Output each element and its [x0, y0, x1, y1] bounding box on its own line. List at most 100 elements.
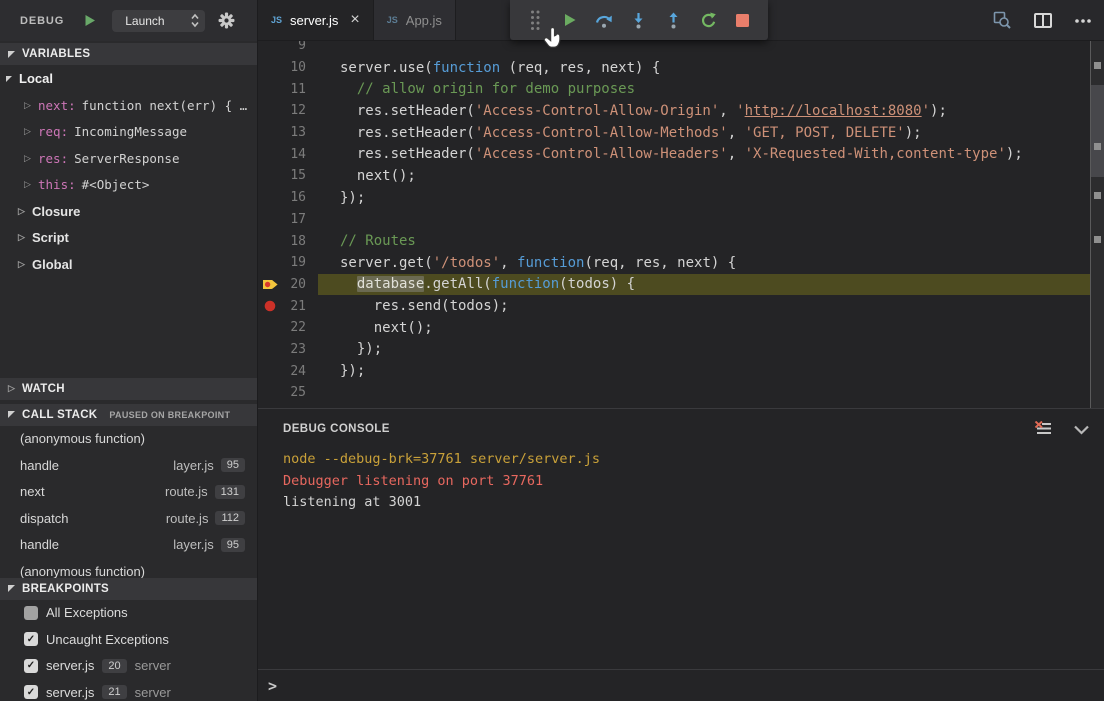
- breakpoint-row[interactable]: All Exceptions: [0, 600, 257, 627]
- breakpoint-checkbox[interactable]: ✓: [24, 685, 38, 699]
- code-text: next();: [318, 165, 1090, 187]
- split-editor-icon[interactable]: [1034, 13, 1052, 28]
- code-line-11[interactable]: 11 // allow origin for demo purposes: [258, 78, 1090, 100]
- scope-row-global[interactable]: ▷Global: [0, 251, 257, 278]
- line-number: 10: [282, 60, 306, 75]
- line-number: 25: [282, 385, 306, 400]
- token: });: [340, 341, 382, 357]
- tab-label: server.js: [290, 13, 338, 28]
- token: 'Access-Control-Allow-Methods': [475, 125, 728, 141]
- more-actions-icon[interactable]: [1074, 18, 1092, 24]
- frame-location: layer.js95: [173, 537, 245, 552]
- code-line-19[interactable]: 19server.get('/todos', function(req, res…: [258, 252, 1090, 274]
- token: res.setHeader(: [340, 146, 475, 162]
- variable-row[interactable]: ▷next:function next(err) { …: [0, 92, 257, 119]
- line-number: 12: [282, 103, 306, 118]
- step-into-button[interactable]: [626, 5, 652, 35]
- breakpoints-header-label: BREAKPOINTS: [22, 583, 109, 595]
- breakpoint-label: server.js: [46, 658, 94, 673]
- stack-frame[interactable]: nextroute.js131: [0, 479, 257, 506]
- collapse-panel-icon[interactable]: [1073, 424, 1090, 435]
- code-line-15[interactable]: 15 next();: [258, 165, 1090, 187]
- breakpoint-checkbox[interactable]: ✓: [24, 632, 38, 646]
- breakpoint-row[interactable]: ✓server.js21server: [0, 679, 257, 701]
- line-number: 20: [282, 277, 306, 292]
- code-line-18[interactable]: 18// Routes: [258, 230, 1090, 252]
- code-line-12[interactable]: 12 res.setHeader('Access-Control-Allow-O…: [258, 100, 1090, 122]
- token: );: [905, 125, 922, 141]
- tab-server.js[interactable]: JSserver.js×: [258, 0, 374, 40]
- code-editor[interactable]: 910server.use(function (req, res, next) …: [258, 41, 1104, 408]
- code-line-13[interactable]: 13 res.setHeader('Access-Control-Allow-M…: [258, 122, 1090, 144]
- gear-icon[interactable]: [218, 12, 235, 29]
- code-line-22[interactable]: 22 next();: [258, 317, 1090, 339]
- code-line-16[interactable]: 16});: [258, 187, 1090, 209]
- variables-section-header[interactable]: VARIABLES: [0, 43, 257, 65]
- breakpoint-checkbox[interactable]: ✓: [24, 659, 38, 673]
- stack-frame[interactable]: handlelayer.js95: [0, 532, 257, 559]
- breakpoints-section-header[interactable]: BREAKPOINTS: [0, 578, 257, 600]
- code-line-21[interactable]: 21 res.send(todos);: [258, 295, 1090, 317]
- launch-config-select[interactable]: Launch: [112, 10, 205, 32]
- chevron-right-icon[interactable]: ▷: [24, 153, 38, 164]
- line-number-badge: 20: [102, 659, 126, 673]
- clear-console-icon[interactable]: [1034, 421, 1053, 437]
- code-line-20[interactable]: 20 database.getAll(function(todos) {: [258, 274, 1090, 296]
- chevron-right-icon[interactable]: ▷: [24, 100, 38, 111]
- code-line-25[interactable]: 25: [258, 382, 1090, 404]
- token: next();: [340, 168, 416, 184]
- watch-section-header[interactable]: ▷ WATCH: [0, 378, 257, 400]
- code-line-10[interactable]: 10server.use(function (req, res, next) {: [258, 57, 1090, 79]
- token: ,: [728, 125, 745, 141]
- token: [340, 276, 357, 292]
- select-arrows-icon: [190, 13, 200, 28]
- variable-row[interactable]: ▷req:IncomingMessage: [0, 119, 257, 146]
- breakpoint-condition: server: [135, 658, 171, 673]
- vscode-window: DEBUG Launch VARIABLES Local ▷next:funct…: [0, 0, 1104, 701]
- close-icon[interactable]: ×: [350, 12, 359, 28]
- code-line-14[interactable]: 14 res.setHeader('Access-Control-Allow-H…: [258, 143, 1090, 165]
- open-preview-icon[interactable]: [993, 11, 1012, 30]
- chevron-right-icon[interactable]: ▷: [24, 126, 38, 137]
- drag-handle[interactable]: [522, 5, 548, 35]
- chevron-right-icon[interactable]: ▷: [24, 179, 38, 190]
- overview-marker: [1094, 236, 1101, 243]
- code-line-9[interactable]: 9: [258, 41, 1090, 57]
- stack-frame[interactable]: dispatchroute.js112: [0, 505, 257, 532]
- start-debug-icon[interactable]: [84, 14, 96, 27]
- scope-row-closure[interactable]: ▷Closure: [0, 198, 257, 225]
- code-line-17[interactable]: 17: [258, 209, 1090, 231]
- step-over-button[interactable]: [591, 5, 617, 35]
- editor-scrollbar[interactable]: [1090, 41, 1104, 408]
- variable-row[interactable]: ▷this:#<Object>: [0, 172, 257, 199]
- chevron-right-icon[interactable]: ▷: [18, 232, 32, 243]
- breakpoint-row[interactable]: ✓ server.js 20 server: [0, 653, 257, 680]
- tab-App.js[interactable]: JSApp.js: [374, 0, 456, 40]
- variable-name: res:: [38, 151, 68, 166]
- breakpoint-label: All Exceptions: [46, 605, 128, 620]
- scope-local-row[interactable]: Local: [0, 65, 257, 92]
- breakpoint-row[interactable]: ✓Uncaught Exceptions: [0, 626, 257, 653]
- chevron-right-icon[interactable]: ▷: [18, 259, 32, 270]
- console-input[interactable]: >: [258, 669, 1104, 701]
- variable-row[interactable]: ▷res:ServerResponse: [0, 145, 257, 172]
- overview-marker: [1094, 143, 1101, 150]
- token: });: [340, 363, 365, 379]
- code-line-23[interactable]: 23 });: [258, 339, 1090, 361]
- scope-row-script[interactable]: ▷Script: [0, 225, 257, 252]
- stack-frame[interactable]: (anonymous function): [0, 426, 257, 453]
- breakpoint-checkbox[interactable]: [24, 606, 38, 620]
- scrollbar-thumb[interactable]: [1091, 85, 1104, 177]
- chevron-right-icon[interactable]: ▷: [18, 206, 32, 217]
- line-number: 14: [282, 147, 306, 162]
- continue-button[interactable]: [557, 5, 583, 35]
- breakpoint-icon[interactable]: [258, 300, 282, 312]
- current-line-icon[interactable]: [258, 278, 282, 291]
- restart-button[interactable]: [695, 5, 721, 35]
- code-line-24[interactable]: 24});: [258, 360, 1090, 382]
- stack-frame[interactable]: handlelayer.js95: [0, 452, 257, 479]
- step-out-button[interactable]: [661, 5, 687, 35]
- stack-frame[interactable]: (anonymous function): [0, 558, 257, 578]
- stop-button[interactable]: [730, 5, 756, 35]
- call-stack-section-header[interactable]: CALL STACK PAUSED ON BREAKPOINT: [0, 404, 257, 426]
